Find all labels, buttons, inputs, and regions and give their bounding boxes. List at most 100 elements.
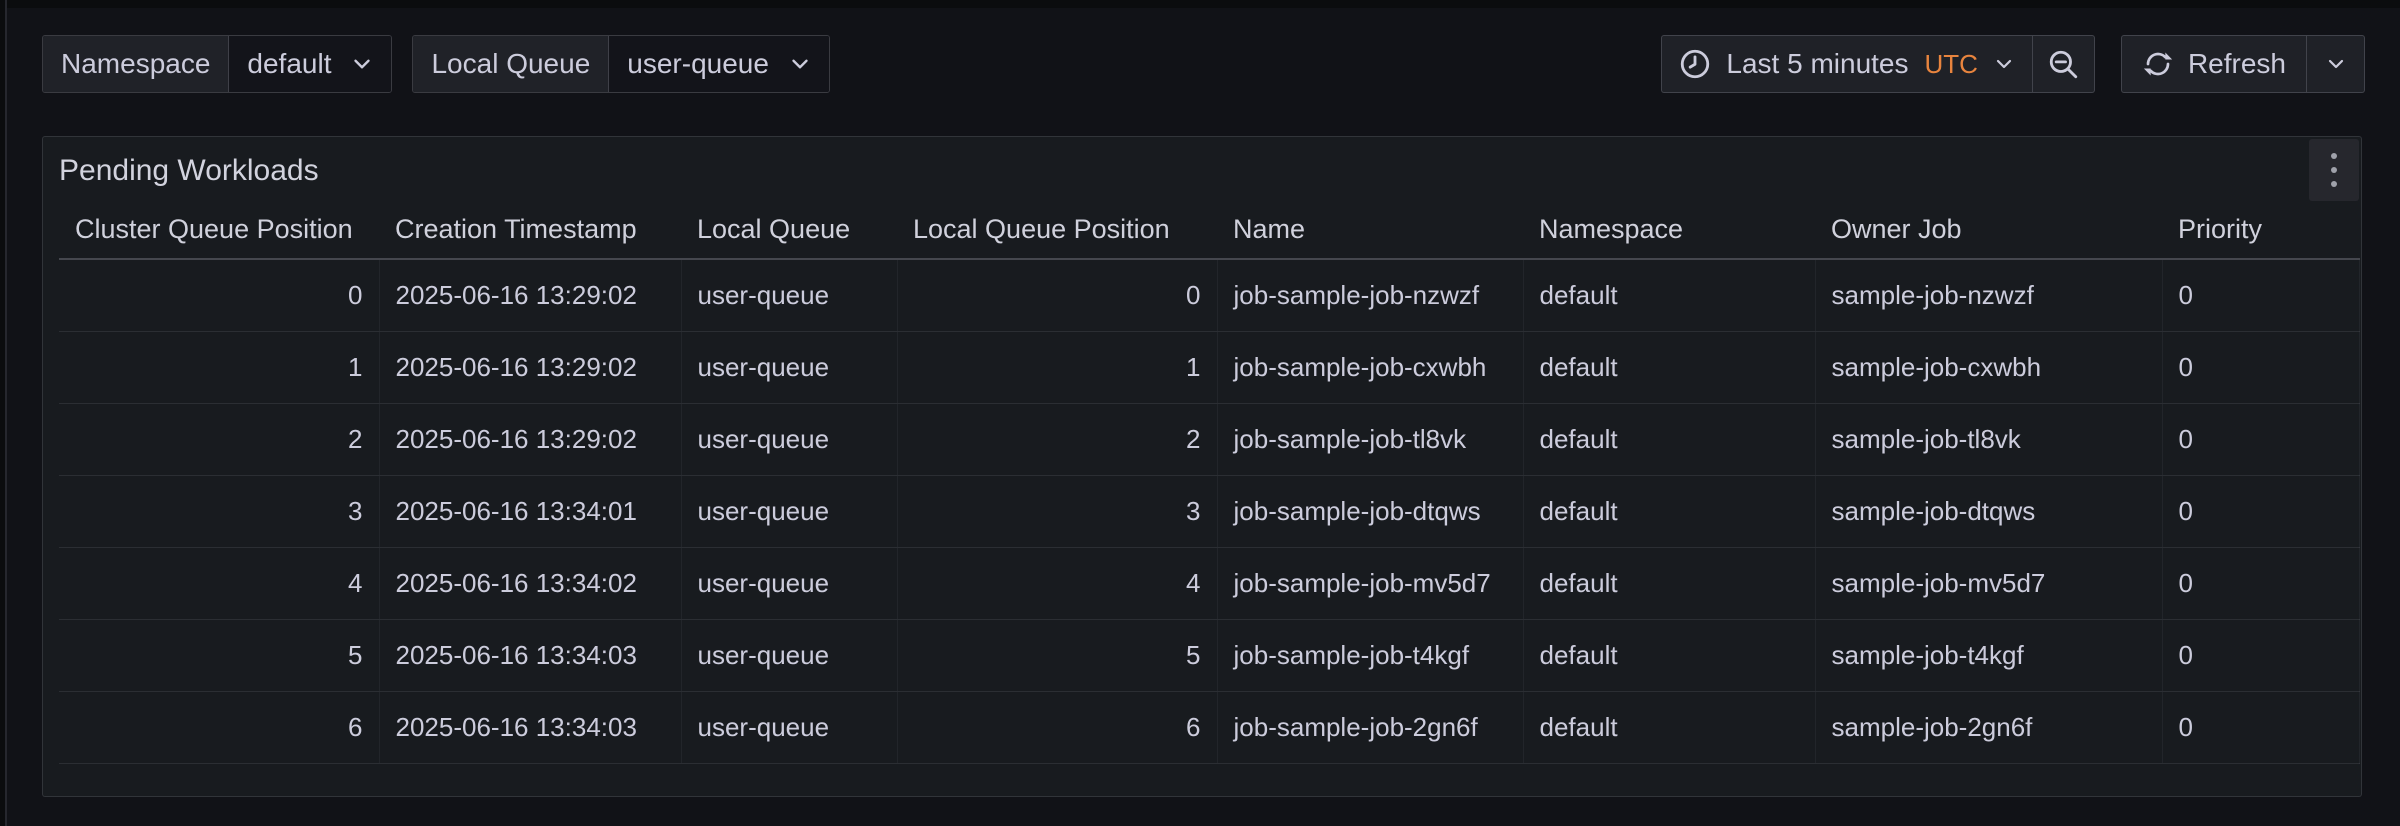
- timezone-label: UTC: [1925, 49, 1978, 80]
- table-cell: 0: [2162, 259, 2359, 331]
- chevron-down-icon: [349, 51, 375, 77]
- table-header-cell[interactable]: Cluster Queue Position: [59, 201, 379, 259]
- table-cell: user-queue: [681, 403, 897, 475]
- table-cell: sample-job-cxwbh: [1815, 331, 2162, 403]
- table-row: 22025-06-16 13:29:02user-queue2job-sampl…: [59, 403, 2359, 475]
- table-cell: 5: [59, 619, 379, 691]
- refresh-button[interactable]: Refresh: [2122, 36, 2306, 92]
- table-cell: 0: [2162, 547, 2359, 619]
- table-body: 02025-06-16 13:29:02user-queue0job-sampl…: [59, 259, 2359, 763]
- chevron-down-icon: [787, 51, 813, 77]
- table-cell: sample-job-nzwzf: [1815, 259, 2162, 331]
- table-cell: job-sample-job-2gn6f: [1217, 691, 1523, 763]
- table-row: 12025-06-16 13:29:02user-queue1job-sampl…: [59, 331, 2359, 403]
- zoom-out-time-button[interactable]: [2032, 36, 2094, 92]
- refresh-interval-dropdown-button[interactable]: [2306, 36, 2364, 92]
- table-cell: 0: [897, 259, 1217, 331]
- zoom-out-icon: [2046, 47, 2080, 81]
- table-cell: default: [1523, 619, 1815, 691]
- variable-label-local-queue: Local Queue: [413, 36, 609, 92]
- table-cell: user-queue: [681, 691, 897, 763]
- table-cell: sample-job-mv5d7: [1815, 547, 2162, 619]
- window-top-edge: [0, 0, 2400, 8]
- table-cell: sample-job-2gn6f: [1815, 691, 2162, 763]
- time-range-label: Last 5 minutes: [1726, 48, 1908, 80]
- clock-icon: [1678, 47, 1712, 81]
- refresh-label: Refresh: [2188, 48, 2286, 80]
- table-row: 52025-06-16 13:34:03user-queue5job-sampl…: [59, 619, 2359, 691]
- table-header-row: Cluster Queue PositionCreation Timestamp…: [59, 201, 2359, 259]
- table-cell: 0: [2162, 691, 2359, 763]
- panel-menu-button[interactable]: [2309, 139, 2359, 201]
- table-cell: user-queue: [681, 475, 897, 547]
- table-cell: 6: [59, 691, 379, 763]
- time-range-button[interactable]: Last 5 minutes UTC: [1662, 36, 2032, 92]
- panel-title[interactable]: Pending Workloads: [59, 154, 319, 188]
- table-cell: 5: [897, 619, 1217, 691]
- table-cell: 0: [2162, 403, 2359, 475]
- table-cell: user-queue: [681, 619, 897, 691]
- table-cell: job-sample-job-cxwbh: [1217, 331, 1523, 403]
- table-header-cell[interactable]: Local Queue: [681, 201, 897, 259]
- table-cell: user-queue: [681, 259, 897, 331]
- table-row: 62025-06-16 13:34:03user-queue6job-sampl…: [59, 691, 2359, 763]
- kebab-menu-icon: [2331, 181, 2337, 187]
- table-cell: user-queue: [681, 547, 897, 619]
- table-cell: default: [1523, 259, 1815, 331]
- table-header-cell[interactable]: Creation Timestamp: [379, 201, 681, 259]
- variable-value-namespace[interactable]: default: [229, 36, 391, 92]
- table-cell: 2025-06-16 13:34:01: [379, 475, 681, 547]
- refresh-button-group: Refresh: [2121, 35, 2365, 93]
- chevron-down-icon: [2324, 52, 2348, 76]
- table-cell: user-queue: [681, 331, 897, 403]
- table-cell: 2025-06-16 13:34:02: [379, 547, 681, 619]
- table-cell: 0: [59, 259, 379, 331]
- table-cell: 2025-06-16 13:34:03: [379, 619, 681, 691]
- table-cell: 2025-06-16 13:29:02: [379, 403, 681, 475]
- variable-value-local-queue[interactable]: user-queue: [609, 36, 829, 92]
- kebab-menu-icon: [2331, 167, 2337, 173]
- kebab-menu-icon: [2331, 153, 2337, 159]
- table-cell: 3: [897, 475, 1217, 547]
- table-cell: 2: [59, 403, 379, 475]
- table-cell: default: [1523, 403, 1815, 475]
- pending-workloads-table: Cluster Queue PositionCreation Timestamp…: [59, 201, 2360, 764]
- table-cell: sample-job-t4kgf: [1815, 619, 2162, 691]
- table-cell: default: [1523, 331, 1815, 403]
- table-cell: job-sample-job-t4kgf: [1217, 619, 1523, 691]
- table-cell: sample-job-dtqws: [1815, 475, 2162, 547]
- table-cell: 4: [897, 547, 1217, 619]
- variable-selected-value: default: [247, 48, 331, 80]
- table-cell: 3: [59, 475, 379, 547]
- table-cell: default: [1523, 475, 1815, 547]
- table-header-cell[interactable]: Priority: [2162, 201, 2359, 259]
- time-picker-group: Last 5 minutes UTC: [1661, 35, 2095, 93]
- dashboard-toolbar: Namespace default Local Queue user-queue…: [42, 35, 2365, 93]
- table-cell: job-sample-job-dtqws: [1217, 475, 1523, 547]
- table-cell: job-sample-job-tl8vk: [1217, 403, 1523, 475]
- table-cell: 6: [897, 691, 1217, 763]
- table-cell: 2: [897, 403, 1217, 475]
- table-row: 42025-06-16 13:34:02user-queue4job-sampl…: [59, 547, 2359, 619]
- variable-picker-local-queue: Local Queue user-queue: [412, 35, 829, 93]
- pending-workloads-panel: Pending Workloads Cluster Queue Position…: [42, 136, 2362, 797]
- table-header-cell[interactable]: Owner Job: [1815, 201, 2162, 259]
- table-cell: 1: [897, 331, 1217, 403]
- table-header-cell[interactable]: Local Queue Position: [897, 201, 1217, 259]
- toolbar-right-group: Last 5 minutes UTC Refresh: [1661, 35, 2365, 93]
- table-cell: 1: [59, 331, 379, 403]
- variable-label-namespace: Namespace: [43, 36, 229, 92]
- table-header-cell[interactable]: Name: [1217, 201, 1523, 259]
- table-header-cell[interactable]: Namespace: [1523, 201, 1815, 259]
- table-cell: 4: [59, 547, 379, 619]
- table-cell: 0: [2162, 331, 2359, 403]
- variable-selected-value: user-queue: [627, 48, 769, 80]
- table-cell: 0: [2162, 475, 2359, 547]
- table-cell: default: [1523, 547, 1815, 619]
- table-cell: sample-job-tl8vk: [1815, 403, 2162, 475]
- table-cell: 2025-06-16 13:34:03: [379, 691, 681, 763]
- sync-icon: [2142, 48, 2174, 80]
- table-row: 02025-06-16 13:29:02user-queue0job-sampl…: [59, 259, 2359, 331]
- table-cell: default: [1523, 691, 1815, 763]
- window-left-edge: [0, 0, 7, 826]
